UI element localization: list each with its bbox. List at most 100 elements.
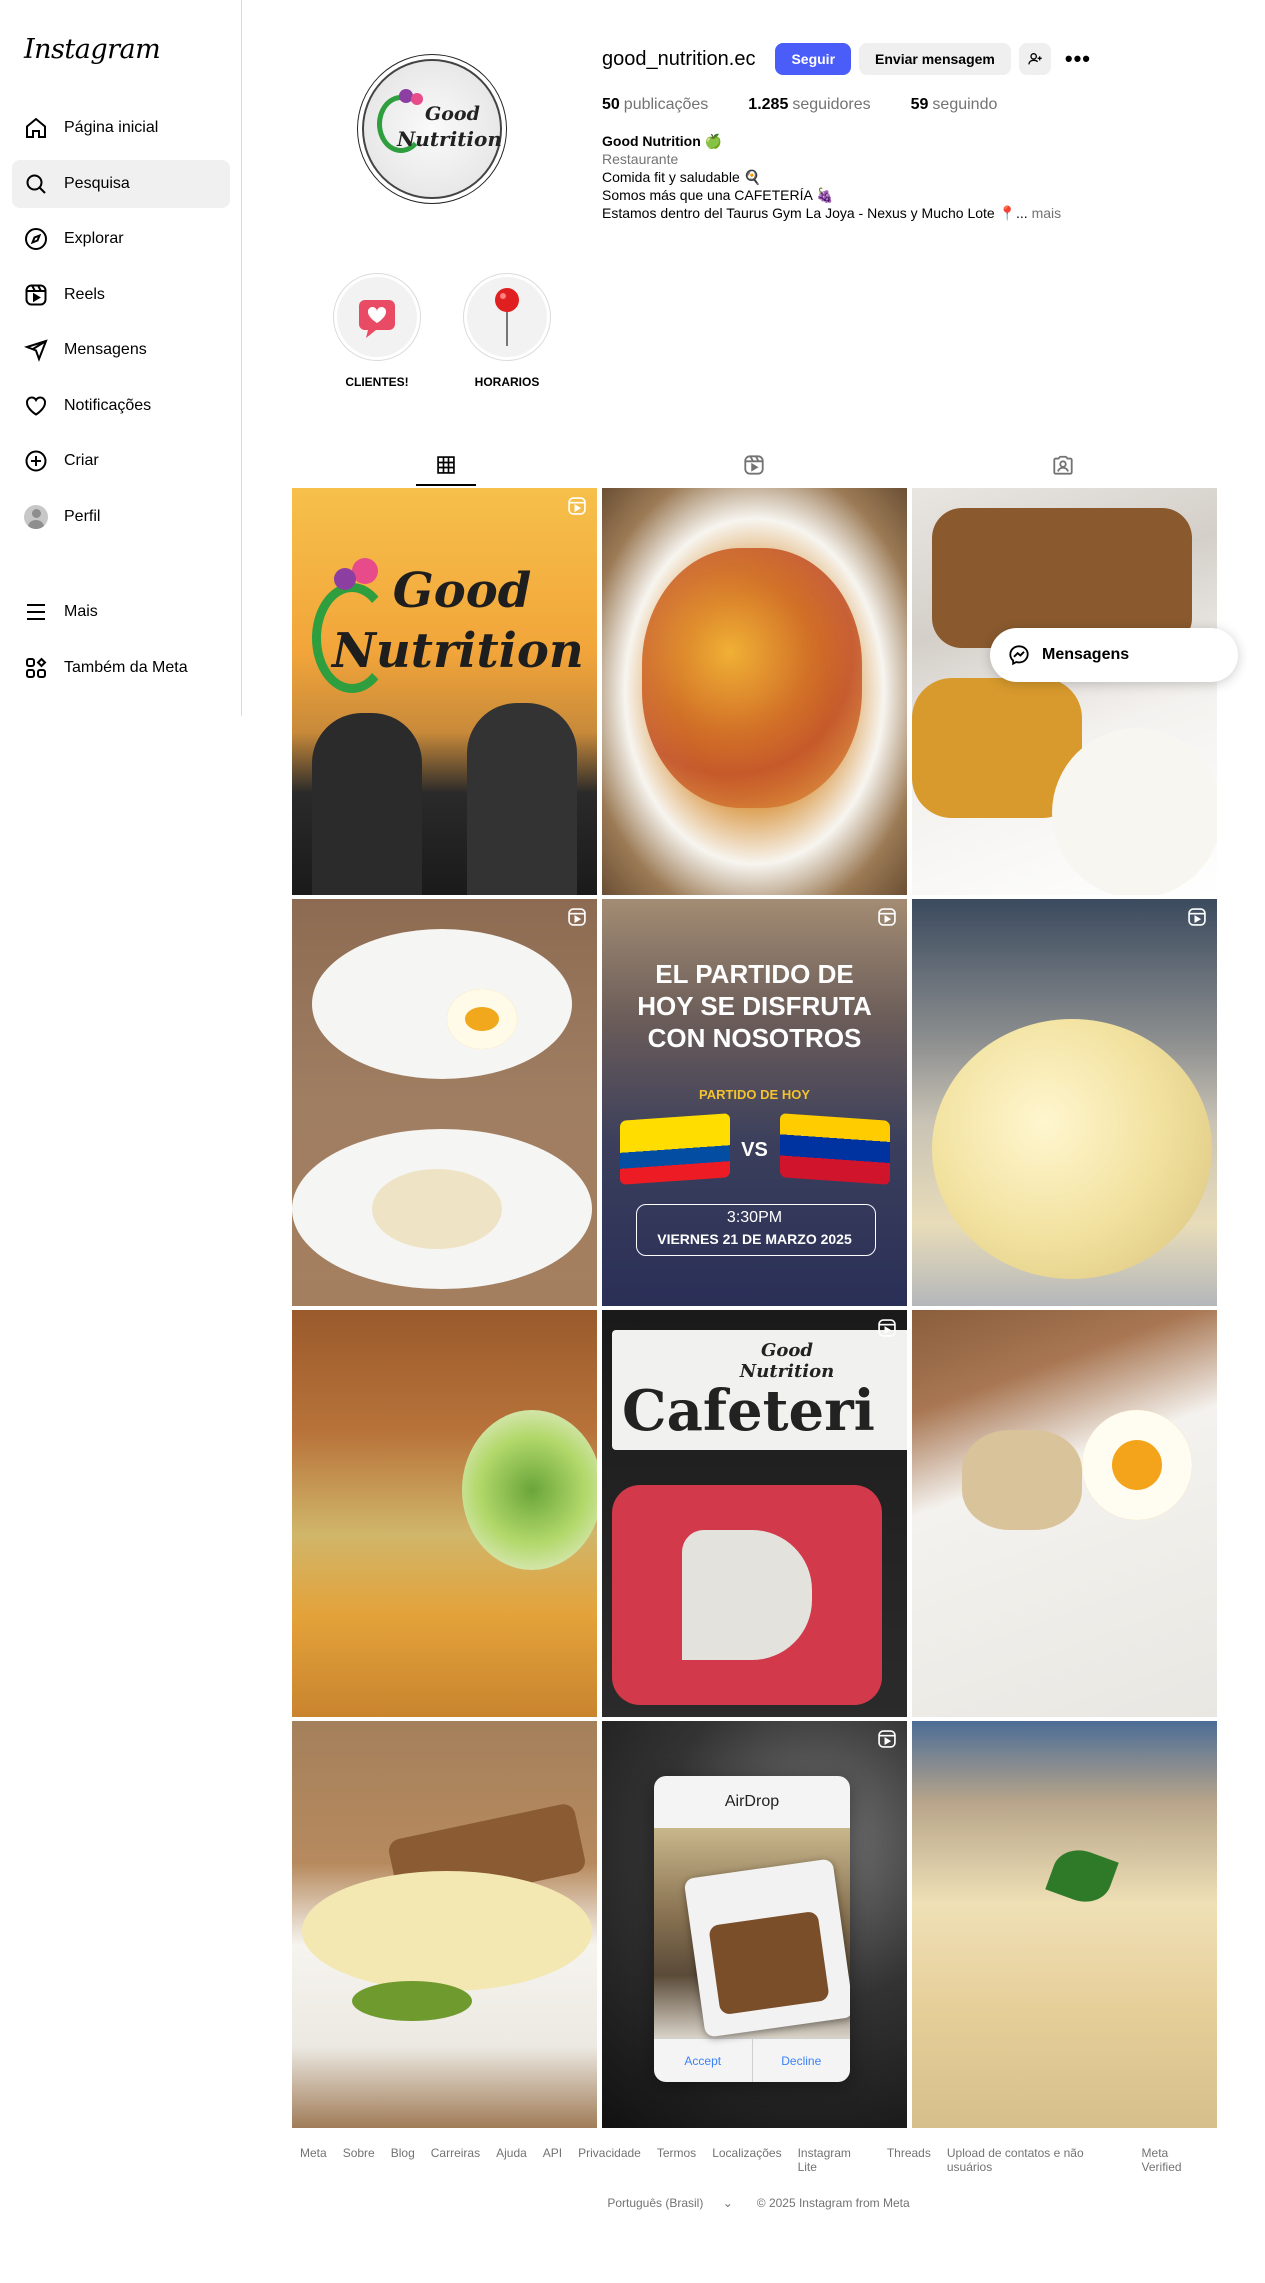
sidebar-bottom: Mais Também da Meta (12, 588, 230, 699)
messages-floating-button[interactable]: Mensagens (990, 628, 1238, 682)
footer-link[interactable]: Blog (391, 2146, 415, 2174)
profile-stats: 50 publicações 1.285 seguidores 59 seguindo (602, 96, 1222, 114)
profile-picture[interactable]: Good Nutrition (357, 54, 507, 204)
profile-display-name: Good Nutrition 🍏 (602, 133, 723, 149)
language-selector[interactable]: Português (Brasil) ⌄ (599, 2196, 740, 2210)
send-message-button[interactable]: Enviar mensagem (859, 43, 1011, 75)
post-logo-person (334, 568, 356, 590)
profile-category: Restaurante (602, 151, 679, 167)
post-food-detail (352, 1981, 472, 2021)
following-stat[interactable]: 59 seguindo (911, 96, 998, 114)
post-person-figure (467, 703, 577, 895)
chevron-down-icon: ⌄ (722, 2196, 733, 2210)
highlight-cover (467, 277, 547, 357)
brand-logo: Good Nutrition (377, 89, 502, 169)
reels-icon (744, 455, 765, 475)
footer-link[interactable]: Sobre (343, 2146, 375, 2174)
highlight-label: HORARIOS (474, 375, 540, 389)
following-count: 59 (910, 96, 929, 113)
post-thumbnail[interactable] (912, 899, 1217, 1306)
footer-link[interactable]: Termos (657, 2146, 696, 2174)
followers-label: seguidores (792, 96, 871, 113)
followers-stat[interactable]: 1.285 seguidores (748, 96, 870, 114)
sidebar-item-messages[interactable]: Mensagens (12, 326, 230, 374)
sidebar-item-meta[interactable]: Também da Meta (12, 644, 230, 692)
airdrop-preview-image (654, 1828, 850, 2038)
footer-links: Meta Sobre Blog Carreiras Ajuda API Priv… (292, 2146, 1217, 2174)
sidebar-item-notifications[interactable]: Notificações (12, 382, 230, 430)
logo-text: Nutrition (397, 127, 502, 151)
footer-link[interactable]: API (543, 2146, 562, 2174)
bio-line-truncated: Estamos dentro del Taurus Gym La Joya - … (602, 204, 1222, 222)
profile-tabs (292, 444, 1217, 486)
post-thumbnail[interactable] (292, 1310, 597, 1717)
sidebar-item-label: Reels (64, 285, 105, 303)
post-egg (1082, 1410, 1192, 1520)
post-food-detail (932, 1019, 1212, 1279)
footer-link[interactable]: Instagram Lite (798, 2146, 871, 2174)
footer-link[interactable]: Localizações (712, 2146, 781, 2174)
post-thumbnail[interactable]: EL PARTIDO DE HOY SE DISFRUTA CON NOSOTR… (602, 899, 907, 1306)
post-thumbnail[interactable] (602, 488, 907, 895)
instagram-logo[interactable]: Instagram (24, 34, 161, 65)
suggested-users-button[interactable] (1018, 43, 1051, 75)
sidebar-nav: Página inicial Pesquisa Explorar Reels M… (12, 104, 230, 548)
copyright: © 2025 Instagram from Meta (756, 2196, 910, 2210)
sidebar-item-search[interactable]: Pesquisa (12, 159, 230, 208)
highlight-horarios[interactable]: HORARIOS (463, 273, 551, 389)
footer-link[interactable]: Meta (300, 2146, 327, 2174)
post-overlay-text: 3:30PM (726, 1209, 783, 1226)
bio-more-link[interactable]: mais (1032, 205, 1062, 221)
footer-link[interactable]: Threads (887, 2146, 931, 2174)
airdrop-title: AirDrop (724, 1793, 780, 1810)
home-icon (26, 117, 46, 138)
post-food-detail (372, 1169, 502, 1249)
sidebar-item-explore[interactable]: Explorar (12, 215, 230, 263)
footer-link[interactable]: Meta Verified (1142, 2146, 1209, 2174)
sidebar-item-create[interactable]: Criar (12, 437, 230, 485)
airdrop-decline-button[interactable]: Decline (753, 2039, 851, 2082)
profile-bio: Good Nutrition 🍏 Restaurante Comida fit … (602, 132, 1222, 222)
messenger-icon (1009, 645, 1029, 666)
heart-icon (26, 395, 46, 416)
post-food-detail (302, 1871, 592, 1991)
post-thumbnail[interactable] (292, 899, 597, 1306)
messages-floating-label: Mensagens (1042, 646, 1130, 663)
post-overlay-text: Good Nutrition (739, 1340, 835, 1382)
footer-link[interactable]: Upload de contatos e não usuários (947, 2146, 1126, 2174)
tab-tagged[interactable] (1033, 444, 1093, 486)
reel-indicator-icon (878, 908, 896, 926)
highlight-ring (463, 273, 551, 361)
post-thumbnail[interactable] (912, 1310, 1217, 1717)
avatar (24, 504, 48, 529)
highlight-clientes[interactable]: CLIENTES! (333, 273, 421, 389)
post-overlay-text: PARTIDO DE HOY (699, 1087, 810, 1102)
sidebar-item-label: Pesquisa (64, 174, 130, 192)
profile-info: good_nutrition.ec Seguir Enviar mensagem… (602, 40, 1222, 222)
post-thumbnail[interactable]: Good Nutrition Cafeteri (602, 1310, 907, 1717)
follow-button[interactable]: Seguir (775, 43, 852, 75)
options-icon[interactable]: ••• (1065, 46, 1091, 72)
sidebar-item-reels[interactable]: Reels (12, 271, 230, 319)
post-thumbnail[interactable] (292, 1721, 597, 2128)
bio-line: Somos más que una CAFETERÍA 🍇 (602, 187, 834, 203)
footer-link[interactable]: Ajuda (496, 2146, 527, 2174)
reels-icon (25, 284, 47, 305)
post-food-detail (1045, 1842, 1119, 1910)
sidebar-item-profile[interactable]: Perfil (12, 493, 230, 541)
tab-posts[interactable] (416, 444, 477, 486)
post-thumbnail[interactable]: Good Nutrition (292, 488, 597, 895)
reel-indicator-icon (1188, 908, 1206, 926)
meta-apps-icon (26, 657, 47, 678)
tab-reels[interactable] (724, 444, 784, 486)
post-thumbnail[interactable] (912, 488, 1217, 895)
post-thumbnail[interactable] (912, 1721, 1217, 2128)
logo-text: Good (425, 103, 480, 125)
sidebar-item-more[interactable]: Mais (12, 588, 230, 636)
footer-link[interactable]: Privacidade (578, 2146, 641, 2174)
airdrop-dialog: AirDrop Accept Decline (654, 1776, 850, 2082)
sidebar-item-home[interactable]: Página inicial (12, 104, 230, 152)
airdrop-accept-button[interactable]: Accept (654, 2039, 753, 2082)
followers-count: 1.285 (748, 96, 789, 113)
footer-link[interactable]: Carreiras (431, 2146, 480, 2174)
